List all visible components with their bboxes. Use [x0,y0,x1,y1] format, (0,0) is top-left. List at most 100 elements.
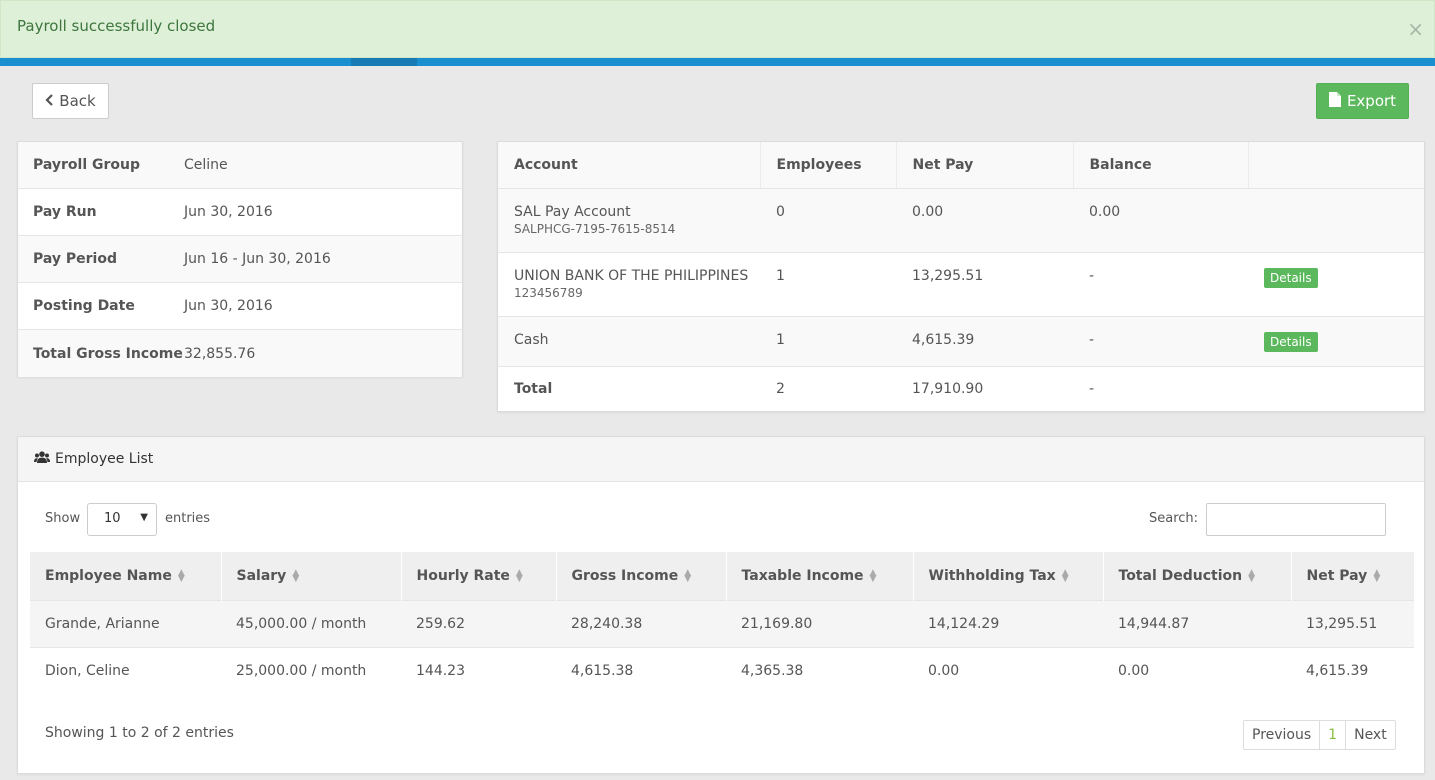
details-button[interactable]: Details [1264,267,1318,288]
column-header-hourly-rate[interactable]: Hourly Rate ▲ ▼ [401,552,557,600]
net-pay-cell: 13,295.51 [1291,599,1414,647]
previous-page-button[interactable]: Previous [1244,721,1321,749]
total-employees: 2 [776,380,785,397]
details-button[interactable]: Details [1264,331,1318,352]
account-number: SALPHCG-7195-7615-8514 [514,221,676,236]
sort-icon: ▲ ▼ [1373,567,1381,584]
sort-icon: ▲ ▼ [515,567,523,584]
taxable-income-cell: 4,365.38 [726,646,913,694]
account-cell: UNION BANK OF THE PHILIPPINES 123456789 [498,252,760,317]
column-header-taxable-income[interactable]: Taxable Income ▲ ▼ [726,552,914,600]
employee-name-cell: Grande, Arianne [30,599,221,647]
back-button[interactable]: Back [32,83,109,119]
info-label: Total Gross Income [33,345,183,362]
account-name: UNION BANK OF THE PHILIPPINES [514,267,749,284]
gross-income-cell: 28,240.38 [556,599,726,647]
column-header-employee-name[interactable]: Employee Name ▲ ▼ [30,552,222,600]
column-header-net-pay[interactable]: Net Pay ▲ ▼ [1291,552,1414,600]
column-header-balance: Balance [1073,142,1249,189]
column-label: Net Pay [1306,567,1368,584]
export-button[interactable]: Export [1316,83,1409,119]
sort-icon: ▲ ▼ [177,567,185,584]
action-cell [1248,188,1424,253]
table-row[interactable]: Grande, Arianne 45,000.00 / month 259.62… [30,599,1414,647]
employee-table: Employee Name ▲ ▼ Salary ▲ ▼ Hourly Rate ▲ ▼ G… [30,552,1414,694]
employee-name-cell: Dion, Celine [30,646,221,694]
info-row-pay-run: Pay Run Jun 30, 2016 [18,189,462,236]
account-name: SAL Pay Account [514,203,631,220]
info-value: Jun 30, 2016 [184,298,273,314]
users-icon [34,450,50,468]
info-value: 32,855.76 [184,345,256,362]
net-pay-cell: 4,615.39 [1291,646,1414,694]
balance-cell: - [1073,252,1248,317]
total-deduction-cell: 0.00 [1103,646,1291,694]
column-header-account: Account [498,142,761,189]
success-alert: Payroll successfully closed × [0,0,1435,58]
column-header-withholding-tax[interactable]: Withholding Tax ▲ ▼ [913,552,1104,600]
net-pay-cell: 4,615.39 [896,316,1073,367]
employees-cell: 1 [760,316,896,367]
info-label: Payroll Group [33,157,141,173]
table-controls: Show 10 ▼ entries Search: [18,503,1424,537]
sort-icon: ▲ ▼ [869,567,877,584]
column-header-total-deduction[interactable]: Total Deduction ▲ ▼ [1103,552,1292,600]
account-cell: SAL Pay Account SALPHCG-7195-7615-8514 [498,188,760,253]
column-header-actions [1248,142,1424,189]
close-icon[interactable]: × [1407,17,1424,41]
column-header-salary[interactable]: Salary ▲ ▼ [221,552,402,600]
account-name: Cash [514,331,549,348]
net-pay-cell: 13,295.51 [896,252,1073,317]
table-row: SAL Pay Account SALPHCG-7195-7615-8514 0… [498,188,1424,253]
gross-income-cell: 4,615.38 [556,646,726,694]
employee-table-wrapper: Employee Name ▲ ▼ Salary ▲ ▼ Hourly Rate ▲ ▼ G… [30,552,1414,694]
employees-cell: 1 [760,252,896,317]
payroll-info-panel: Payroll Group Celine Pay Run Jun 30, 201… [17,141,463,377]
info-row-payroll-group: Payroll Group Celine [18,142,462,189]
total-deduction-cell: 14,944.87 [1103,599,1291,647]
hourly-rate-cell: 259.62 [401,599,556,647]
entries-label: entries [165,511,211,526]
info-label: Pay Run [33,204,97,220]
column-label: Taxable Income [741,567,864,584]
search-input[interactable] [1206,503,1386,536]
column-label: Hourly Rate [416,567,510,584]
info-label: Posting Date [33,298,135,314]
action-cell: Details [1248,252,1424,317]
table-row: Cash 1 4,615.39 - Details [498,316,1424,367]
total-net-pay: 17,910.90 [912,380,984,397]
account-cell: Cash [498,316,760,367]
column-header-gross-income[interactable]: Gross Income ▲ ▼ [556,552,727,600]
balance-cell: - [1073,316,1248,367]
column-header-employees: Employees [760,142,897,189]
caret-down-icon: ▼ [140,512,148,523]
table-row[interactable]: Dion, Celine 25,000.00 / month 144.23 4,… [30,646,1414,694]
table-info: Showing 1 to 2 of 2 entries [45,725,234,741]
page-1-button[interactable]: 1 [1320,721,1347,749]
taxable-income-cell: 21,169.80 [726,599,913,647]
column-label: Salary [236,567,287,584]
pagination: Previous 1 Next [1243,720,1396,750]
file-icon [1328,91,1341,111]
net-pay-cell: 0.00 [896,188,1073,253]
sort-icon: ▲ ▼ [1248,567,1256,584]
info-value: Jun 16 - Jun 30, 2016 [184,251,331,267]
table-row: UNION BANK OF THE PHILIPPINES 123456789 … [498,252,1424,317]
info-row-posting-date: Posting Date Jun 30, 2016 [18,283,462,330]
info-label: Pay Period [33,251,117,267]
chevron-left-icon [45,92,54,110]
column-header-net-pay: Net Pay [896,142,1074,189]
withholding-tax-cell: 0.00 [913,646,1103,694]
total-action-cell [1248,366,1424,412]
info-value: Celine [184,157,228,173]
accounts-panel: Account Employees Net Pay Balance SAL Pa… [497,141,1425,412]
info-value: Jun 30, 2016 [184,204,273,220]
export-label: Export [1346,92,1397,110]
page-size-value: 10 [104,511,121,526]
employees-cell: 0 [760,188,896,253]
back-label: Back [59,92,96,110]
hourly-rate-cell: 144.23 [401,646,556,694]
next-page-button[interactable]: Next [1346,721,1395,749]
show-label: Show [45,511,81,526]
page-size-select[interactable]: 10 ▼ [87,503,157,536]
